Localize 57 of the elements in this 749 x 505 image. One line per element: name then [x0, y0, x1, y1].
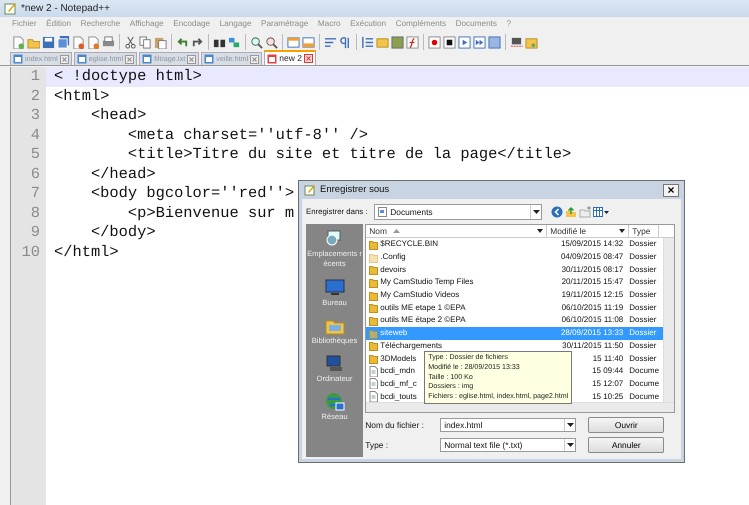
file-name: My CamStudio Temp Files — [380, 276, 474, 288]
file-date: 06/10/2015 11:08 — [562, 315, 624, 324]
file-name: $RECYCLE.BIN — [380, 238, 438, 250]
file-type: Dossier — [629, 352, 658, 365]
file-name: bcdi_mf_c — [380, 378, 417, 390]
file-type: Docume — [629, 365, 660, 378]
file-name: devoirs — [380, 264, 406, 276]
file-type: Dossier — [629, 289, 658, 302]
file-date: 19/11/2015 12:15 — [562, 290, 624, 300]
file-type: Dossier — [629, 340, 658, 352]
file-type: Dossier — [629, 276, 658, 288]
dropdown-value: Normal text file (*.txt) — [444, 438, 522, 452]
code-line: <p>Bienvenue sur m — [126, 204, 294, 223]
file-type: Dossier — [629, 238, 658, 250]
file-type: Dossier — [629, 314, 658, 326]
file-date: 15 12:07 — [592, 378, 624, 388]
file-date: 15/09/2015 14:32 — [560, 239, 624, 248]
code-line: <body bgcolor=''red''> — [90, 184, 294, 204]
file-date: 06/10/2015 11:19 — [562, 302, 624, 312]
file-type: Docume — [629, 390, 660, 403]
code-line: </body> — [90, 223, 156, 242]
file-type: Dossier — [629, 251, 658, 264]
file-name: .Config — [380, 251, 406, 264]
code-line: <meta charset=''utf-8'' /> — [126, 126, 368, 145]
file-name: bcdi_touts — [380, 390, 417, 403]
field-label: Nom du fichier : — [365, 418, 425, 432]
code-line: < !doctype html> — [53, 67, 202, 86]
file-date: 15 10:25 — [592, 392, 624, 401]
code-line: <html> — [53, 86, 110, 106]
file-type: Docume — [629, 378, 660, 390]
file-date: 15 11:40 — [592, 354, 624, 363]
file-date: 30/11/2015 08:17 — [562, 264, 624, 274]
code-line: </head> — [90, 164, 156, 184]
code-line: </html> — [53, 242, 119, 262]
file-date: 04/09/2015 08:47 — [560, 252, 624, 262]
file-date: 20/11/2015 15:47 — [562, 277, 624, 286]
file-type: Dossier — [629, 302, 658, 314]
file-name: outils ME etape 1 ©EPA — [380, 302, 466, 314]
file-name: Téléchargements — [380, 340, 442, 352]
code-line: <head> — [90, 106, 146, 126]
file-type: Dossier — [629, 264, 658, 276]
file-name: My CamStudio Videos — [380, 289, 460, 302]
file-date: 15 09:44 — [592, 366, 624, 376]
field-label: Type : — [365, 438, 390, 452]
file-name: 3DModels — [380, 352, 416, 365]
dialog-title: Enregistrer sous — [320, 182, 390, 197]
file-date: 28/09/2015 13:33 — [560, 328, 624, 338]
file-name: bcdi_mdn — [380, 365, 415, 378]
window-title: *new 2 - Notepad++ — [21, 2, 110, 16]
line-number: 1 — [11, 67, 46, 86]
file-name: siteweb — [380, 327, 408, 340]
file-type: Dossier — [629, 327, 658, 340]
file-name: outils ME étape 2 ©EPA — [380, 314, 466, 326]
code-line: <title>Titre du site et titre de la page</title> — [126, 145, 572, 164]
field-value: index.html — [444, 418, 482, 432]
dropdown-value: Documents — [390, 206, 433, 218]
file-date: 30/11/2015 11:50 — [562, 340, 624, 350]
